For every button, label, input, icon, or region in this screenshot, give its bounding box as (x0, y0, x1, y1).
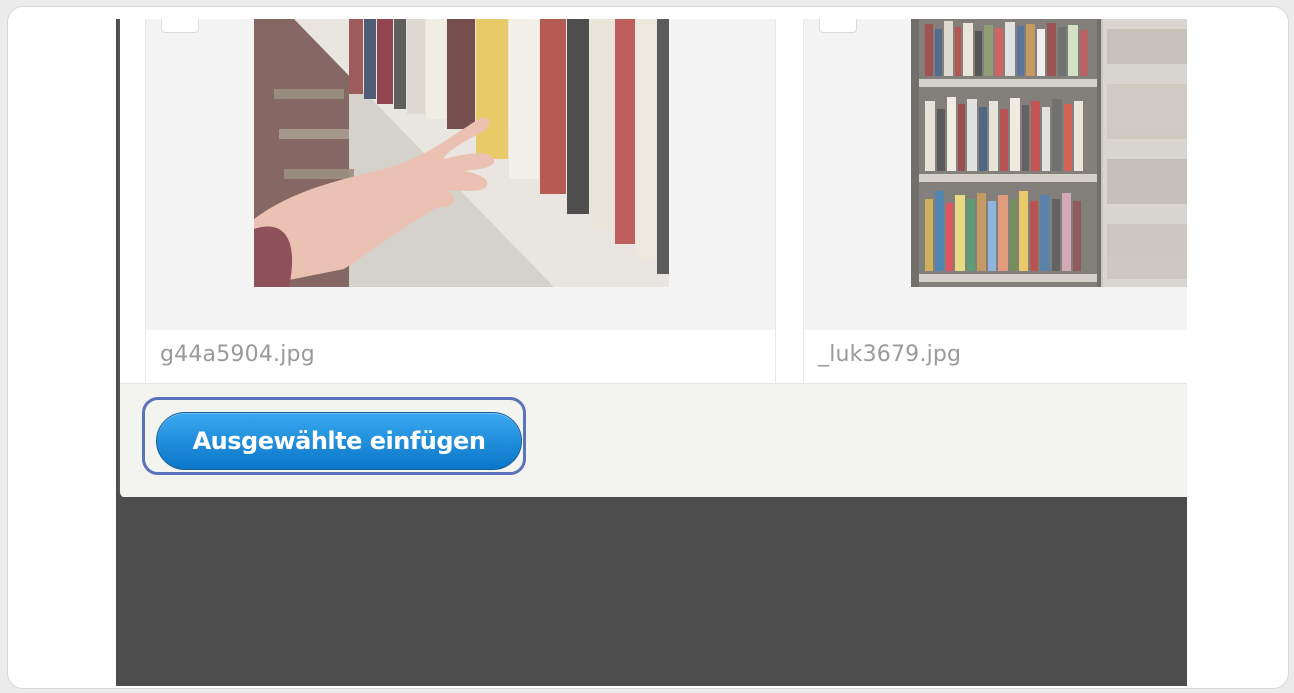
media-library-dialog: g44a5904.jpg _luk3679.jpg Ausgewählte ei… (118, 19, 1187, 497)
media-filename: g44a5904.jpg (160, 342, 315, 367)
thumbnail-area[interactable] (146, 19, 775, 330)
bookshelf-hand-photo-icon (254, 19, 669, 287)
media-item-card[interactable]: _luk3679.jpg (803, 19, 1187, 383)
screenshot-frame: g44a5904.jpg _luk3679.jpg Ausgewählte ei… (7, 6, 1289, 689)
select-checkbox[interactable] (819, 19, 857, 33)
thumbnail-area[interactable] (804, 19, 1187, 330)
dialog-button-pane: Ausgewählte einfügen (120, 383, 1187, 497)
insert-selected-button[interactable]: Ausgewählte einfügen (156, 412, 522, 470)
media-item-card[interactable]: g44a5904.jpg (145, 19, 776, 383)
media-filename: _luk3679.jpg (818, 342, 962, 367)
library-shelves-photo-icon (911, 19, 1187, 287)
app-viewport: g44a5904.jpg _luk3679.jpg Ausgewählte ei… (116, 19, 1187, 686)
select-checkbox[interactable] (161, 19, 199, 33)
